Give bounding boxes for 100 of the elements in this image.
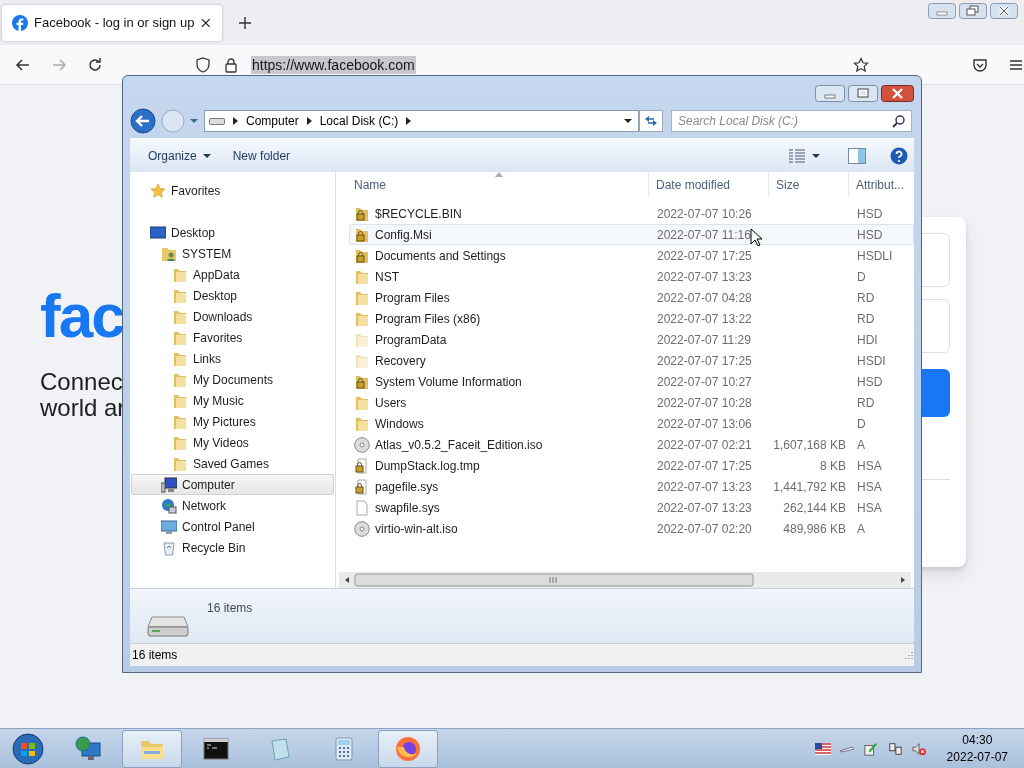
new-tab-icon[interactable] — [238, 15, 252, 30]
attributes-cell-text: HSD — [856, 227, 884, 242]
file-row[interactable]: DumpStack.log.tmp 2022-07-07 17:25 8 KB HSA — [349, 455, 914, 476]
speaker-muted-icon[interactable] — [910, 741, 927, 756]
sidebar-item[interactable]: Favorites — [131, 327, 334, 348]
folder-icon — [172, 308, 188, 325]
chevron-right-icon[interactable] — [406, 117, 412, 125]
date-cell: 2022-07-07 10:28 — [657, 395, 752, 410]
sidebar-item[interactable]: Links — [131, 348, 334, 369]
chevron-right-icon[interactable] — [233, 117, 238, 125]
breadcrumb-item[interactable]: Local Disk (C:) — [319, 114, 399, 128]
caret-icon[interactable] — [812, 152, 820, 159]
column-header[interactable]: Name — [339, 172, 649, 197]
status-text: 16 items — [132, 648, 178, 662]
clock[interactable]: 04:30 2022-07-07 — [946, 731, 1008, 766]
back-icon[interactable] — [15, 56, 31, 73]
reload-icon[interactable] — [87, 56, 103, 73]
file-row[interactable]: Windows 2022-07-07 13:06 D — [349, 413, 914, 434]
sidebar-item[interactable]: Downloads — [131, 306, 334, 327]
breadcrumb-bar[interactable]: Computer Local Disk (C:) — [204, 110, 639, 132]
sidebar-item[interactable]: AppData — [131, 264, 334, 285]
start-button[interactable] — [12, 732, 44, 765]
sidebar-item[interactable]: My Documents — [131, 369, 334, 390]
sidebar-item[interactable]: My Videos — [131, 432, 334, 453]
search-field[interactable]: Search Local Disk (C:) — [671, 110, 912, 132]
sidebar-item[interactable]: Recycle Bin — [131, 537, 334, 558]
sidebar-item[interactable]: My Pictures — [131, 411, 334, 432]
star-icon[interactable] — [853, 56, 869, 73]
folder-icon — [172, 392, 188, 409]
scrollbar[interactable] — [339, 572, 911, 588]
network-icon[interactable] — [886, 741, 903, 756]
new-folder-button[interactable]: New folder — [224, 144, 299, 167]
browser-tab[interactable]: Facebook - log in or sign up — [2, 4, 222, 41]
breadcrumb-item[interactable]: Computer — [246, 114, 299, 128]
back-button[interactable] — [130, 108, 156, 134]
sidebar-item[interactable]: Favorites — [131, 180, 334, 201]
file-row[interactable]: Program Files (x86) 2022-07-07 13:22 RD — [349, 308, 914, 329]
sidebar-item[interactable]: Desktop — [131, 222, 334, 243]
close-button[interactable] — [881, 85, 914, 102]
close-icon[interactable] — [200, 16, 212, 29]
desktop-icon — [150, 224, 166, 241]
preview-pane-icon[interactable] — [848, 147, 866, 164]
clock-time: 04:30 — [962, 731, 993, 749]
user-folder-icon — [161, 245, 177, 262]
file-row[interactable]: Users 2022-07-07 10:28 RD — [349, 392, 914, 413]
file-row[interactable]: NST 2022-07-07 13:23 D — [349, 266, 914, 287]
pocket-icon[interactable] — [972, 56, 988, 73]
sort-arrow-icon — [495, 172, 503, 177]
tagline-text: Connec — [40, 369, 124, 395]
globe-icon — [161, 497, 177, 514]
attributes-cell-text: RD — [856, 290, 876, 305]
column-header[interactable]: Date modified — [649, 172, 769, 197]
organize-button[interactable]: Organize — [140, 144, 219, 167]
chevron-right-icon[interactable] — [306, 117, 312, 125]
column-header[interactable]: Size — [769, 172, 849, 197]
refresh-button[interactable] — [639, 110, 663, 132]
file-row[interactable]: System Volume Information 2022-07-07 10:27 HSD — [349, 371, 914, 392]
help-icon[interactable] — [890, 146, 908, 165]
sidebar-item[interactable]: Network — [131, 495, 334, 516]
folder-icon — [172, 413, 188, 430]
attributes-cell-text: HSA — [856, 479, 883, 494]
date-cell: 2022-07-07 13:06 — [657, 416, 752, 431]
size-cell-text: 1,441,792 KB — [772, 479, 847, 494]
close-button[interactable] — [990, 3, 1018, 19]
folder-icon — [354, 289, 370, 306]
caret-icon[interactable] — [624, 118, 632, 124]
file-row[interactable]: Atlas_v0.5.2_Faceit_Edition.iso 2022-07-07 02:21 1,607,168 KB A — [349, 434, 914, 455]
sidebar-item[interactable]: Control Panel — [131, 516, 334, 537]
file-row[interactable]: Documents and Settings 2022-07-07 17:25 HSDLI — [349, 245, 914, 266]
locked-folder-icon — [354, 226, 370, 243]
file-row[interactable]: pagefile.sys 2022-07-07 13:23 1,441,792 KB HSA — [349, 476, 914, 497]
caret-icon — [202, 152, 211, 159]
folder-icon — [354, 268, 370, 285]
attributes-cell-text: HSD — [856, 374, 884, 389]
file-row[interactable]: ProgramData 2022-07-07 11:29 HDI — [349, 329, 914, 350]
file-name: Recovery — [375, 353, 426, 368]
resize-grip-icon[interactable] — [904, 650, 914, 660]
date-cell: 2022-07-07 17:25 — [657, 248, 752, 263]
size-cell-text: 262,144 KB — [782, 500, 847, 515]
sidebar-item[interactable]: Desktop — [131, 285, 334, 306]
sidebar-item[interactable]: Computer — [131, 474, 334, 495]
file-row[interactable]: $RECYCLE.BIN 2022-07-07 10:26 HSD — [349, 203, 914, 224]
file-row[interactable]: virtio-win-alt.iso 2022-07-07 02:20 489,986 KB A — [349, 518, 914, 539]
column-header[interactable]: Attribut... — [849, 172, 913, 197]
sidebar-item[interactable]: My Music — [131, 390, 334, 411]
sidebar-item[interactable]: SYSTEM — [131, 243, 334, 264]
shield-icon — [195, 56, 211, 73]
edit-icon[interactable] — [862, 741, 879, 756]
file-row[interactable]: swapfile.sys 2022-07-07 13:23 262,144 KB HSA — [349, 497, 914, 518]
file-name: Program Files — [375, 290, 450, 305]
file-row[interactable]: Recovery 2022-07-07 17:25 HSDI — [349, 350, 914, 371]
minimize-button[interactable] — [815, 85, 845, 102]
sidebar-item[interactable]: Saved Games — [131, 453, 334, 474]
attributes-cell-text: HSDLI — [856, 248, 894, 263]
clock-date: 2022-07-07 — [946, 748, 1008, 766]
flag-icon[interactable] — [814, 741, 831, 756]
folder-icon — [354, 415, 370, 432]
file-row[interactable]: Program Files 2022-07-07 04:28 RD — [349, 287, 914, 308]
restore-button[interactable] — [959, 3, 987, 19]
date-cell: 2022-07-07 13:23 — [657, 479, 752, 494]
